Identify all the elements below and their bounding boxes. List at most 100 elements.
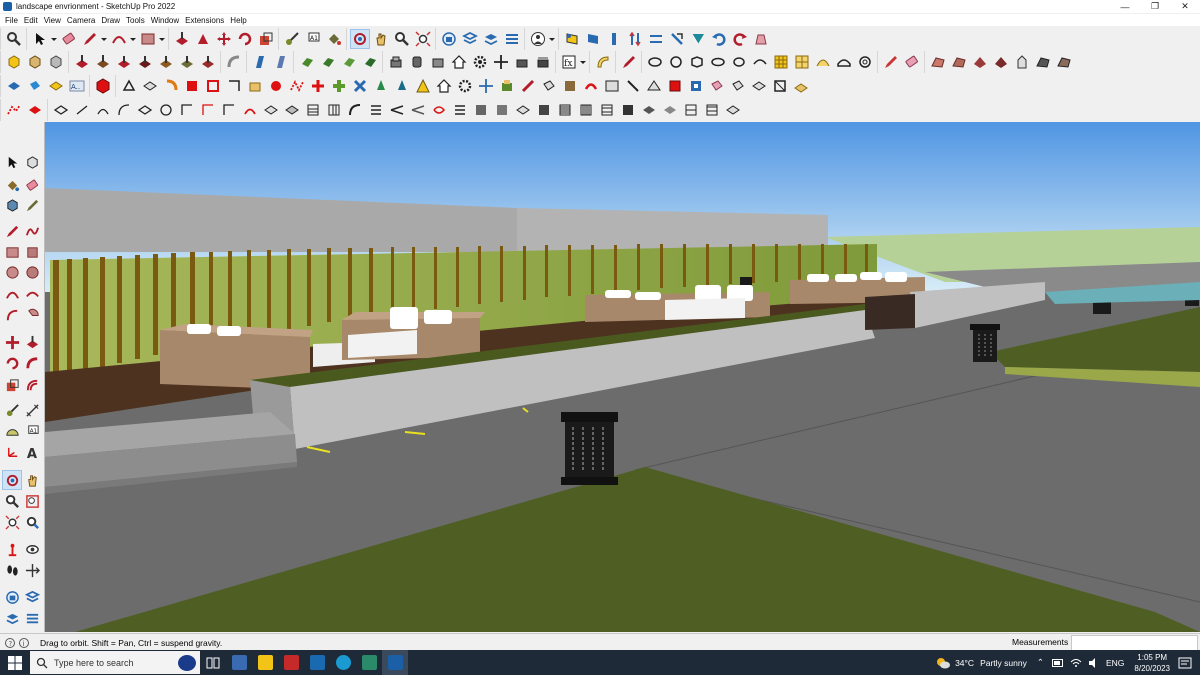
sandbox-icon[interactable] bbox=[752, 30, 770, 48]
menu-view[interactable]: View bbox=[44, 16, 61, 25]
three-point-arc-icon[interactable] bbox=[3, 306, 21, 324]
extrude-up-icon[interactable] bbox=[115, 53, 133, 71]
taskbar-photoshop[interactable] bbox=[304, 650, 330, 675]
windows-start-button[interactable] bbox=[0, 650, 30, 675]
green-block-1-icon[interactable] bbox=[298, 53, 316, 71]
offset-icon[interactable] bbox=[94, 53, 112, 71]
profile-27-icon[interactable] bbox=[598, 101, 616, 119]
terrain-2-icon[interactable] bbox=[950, 53, 968, 71]
furniture-1-icon[interactable] bbox=[387, 53, 405, 71]
language-indicator[interactable]: ENG bbox=[1106, 658, 1124, 668]
profile-29-icon[interactable] bbox=[640, 101, 658, 119]
select-tool-icon[interactable] bbox=[31, 30, 49, 48]
terrain-1-icon[interactable] bbox=[929, 53, 947, 71]
grid-yellow-3-icon[interactable] bbox=[814, 53, 832, 71]
offset-tool-icon[interactable] bbox=[23, 376, 41, 394]
line-tool-icon[interactable] bbox=[3, 222, 21, 240]
profile-33-icon[interactable] bbox=[724, 101, 742, 119]
close-button[interactable]: ✕ bbox=[1170, 0, 1200, 13]
arrows-icon[interactable] bbox=[492, 53, 510, 71]
tool-w-icon[interactable] bbox=[666, 77, 684, 95]
profile-28-icon[interactable] bbox=[619, 101, 637, 119]
push-pull-tool-icon[interactable] bbox=[173, 30, 191, 48]
sample-tool-icon[interactable] bbox=[23, 196, 41, 214]
zoom-window-icon[interactable] bbox=[23, 492, 41, 510]
blue-tool-2-icon[interactable] bbox=[272, 53, 290, 71]
gear-icon[interactable] bbox=[471, 53, 489, 71]
pencil-tool-icon[interactable] bbox=[81, 30, 99, 48]
extension-manager-icon[interactable] bbox=[503, 30, 521, 48]
restore-button[interactable]: ❐ bbox=[1140, 0, 1170, 13]
house-outline-icon[interactable] bbox=[435, 77, 453, 95]
chevron-down-icon[interactable] bbox=[579, 53, 587, 71]
profile-30-icon[interactable] bbox=[661, 101, 679, 119]
label-icon[interactable] bbox=[594, 53, 612, 71]
arc-tool-icon[interactable] bbox=[110, 30, 128, 48]
shape-2-icon[interactable] bbox=[667, 53, 685, 71]
text-tool-icon[interactable]: A1 bbox=[23, 422, 41, 440]
profile-12-icon[interactable] bbox=[283, 101, 301, 119]
profile-21-icon[interactable] bbox=[472, 101, 490, 119]
tool-l-icon[interactable] bbox=[351, 77, 369, 95]
tool-n-icon[interactable] bbox=[393, 77, 411, 95]
tool-a-icon[interactable] bbox=[120, 77, 138, 95]
menu-camera[interactable]: Camera bbox=[67, 16, 95, 25]
move-tool-icon[interactable] bbox=[3, 333, 21, 351]
shape-6-icon[interactable] bbox=[751, 53, 769, 71]
wifi-icon[interactable] bbox=[1070, 658, 1082, 668]
tool-z-icon[interactable] bbox=[729, 77, 747, 95]
move-arrows-icon[interactable] bbox=[477, 77, 495, 95]
rotated-rectangle-icon[interactable] bbox=[23, 243, 41, 261]
extension-warehouse-left-icon[interactable] bbox=[23, 588, 41, 606]
pink-eraser-icon[interactable] bbox=[903, 53, 921, 71]
furniture-4-icon[interactable] bbox=[513, 53, 531, 71]
profile-4-icon[interactable] bbox=[115, 101, 133, 119]
chevron-down-icon[interactable] bbox=[50, 30, 58, 48]
tool-p-icon[interactable] bbox=[519, 77, 537, 95]
section-cut-icon[interactable] bbox=[605, 30, 623, 48]
menu-file[interactable]: File bbox=[5, 16, 18, 25]
weather-temp[interactable]: 34°C bbox=[955, 658, 974, 668]
scale-tool-icon[interactable] bbox=[3, 376, 21, 394]
extrude-faces-icon[interactable] bbox=[178, 53, 196, 71]
curve-icon[interactable] bbox=[225, 53, 243, 71]
solid-tools-icon[interactable] bbox=[689, 30, 707, 48]
profile-32-icon[interactable] bbox=[703, 101, 721, 119]
profile-31-icon[interactable] bbox=[682, 101, 700, 119]
terrain-4-icon[interactable] bbox=[992, 53, 1010, 71]
warehouse-left-icon[interactable] bbox=[3, 588, 21, 606]
script-icon[interactable]: fx bbox=[560, 53, 578, 71]
rotate-tool-icon[interactable] bbox=[236, 30, 254, 48]
measurements-input[interactable] bbox=[1071, 635, 1198, 651]
zoom-extents-icon[interactable] bbox=[3, 513, 21, 531]
taskbar-app-green[interactable] bbox=[356, 650, 382, 675]
profile-2-icon[interactable] bbox=[73, 101, 91, 119]
tool-e-icon[interactable] bbox=[204, 77, 222, 95]
menu-edit[interactable]: Edit bbox=[24, 16, 38, 25]
battery-icon[interactable] bbox=[1051, 658, 1064, 668]
extrude-ring-icon[interactable] bbox=[199, 53, 217, 71]
follow-me-tool-icon[interactable] bbox=[194, 30, 212, 48]
blue-tool-1-icon[interactable] bbox=[251, 53, 269, 71]
zoom-tool-icon[interactable] bbox=[393, 30, 411, 48]
tool-q-icon[interactable] bbox=[540, 77, 558, 95]
menu-help[interactable]: Help bbox=[230, 16, 246, 25]
extrude-down-icon[interactable] bbox=[136, 53, 154, 71]
tool-r-icon[interactable] bbox=[561, 77, 579, 95]
offset-edge-icon[interactable] bbox=[26, 101, 44, 119]
orbit-tool-icon[interactable] bbox=[2, 470, 22, 490]
section-fill-icon[interactable] bbox=[584, 30, 602, 48]
select-tool-icon[interactable] bbox=[3, 153, 21, 171]
shape-3-icon[interactable] bbox=[688, 53, 706, 71]
profile-22-icon[interactable] bbox=[493, 101, 511, 119]
circle-tool-icon[interactable] bbox=[3, 263, 21, 281]
profile-14-icon[interactable] bbox=[325, 101, 343, 119]
minimize-button[interactable]: — bbox=[1110, 0, 1140, 13]
shape-4-icon[interactable] bbox=[709, 53, 727, 71]
tool-aa-icon[interactable] bbox=[750, 77, 768, 95]
eraser-tool-icon[interactable] bbox=[60, 30, 78, 48]
task-view-button[interactable] bbox=[200, 650, 226, 675]
user-account-icon[interactable] bbox=[529, 30, 547, 48]
tool-j-icon[interactable] bbox=[309, 77, 327, 95]
tool-x-icon[interactable] bbox=[687, 77, 705, 95]
